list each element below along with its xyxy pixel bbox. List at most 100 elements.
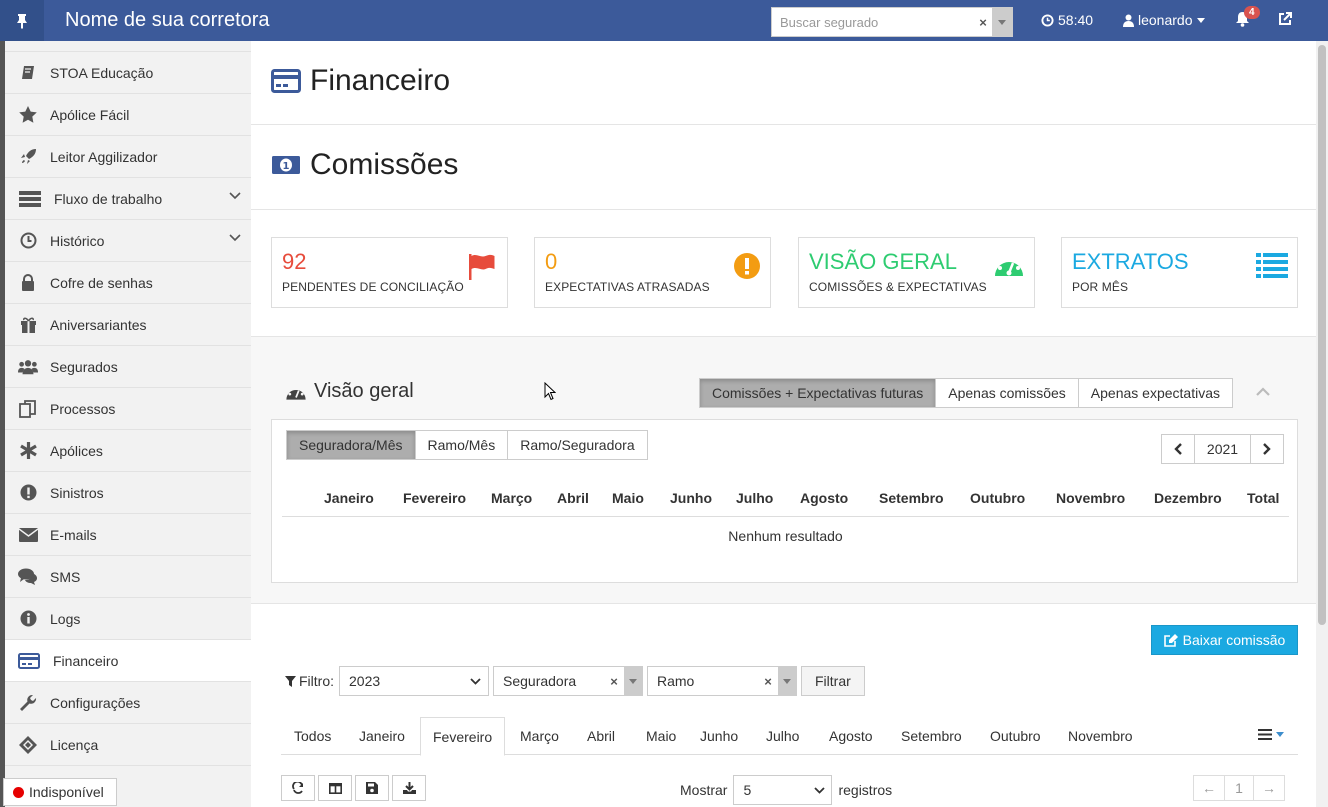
sidebar-item-emails[interactable]: E-mails [5, 514, 251, 556]
sidebar-item-configuracoes[interactable]: Configurações [5, 682, 251, 724]
list-icon [1256, 253, 1288, 278]
sidebar-item-sinistros[interactable]: Sinistros [5, 472, 251, 514]
dropdown-arrow-icon[interactable] [778, 667, 796, 695]
grouping-group: Seguradora/Mês Ramo/Mês Ramo/Seguradora [286, 430, 648, 460]
tab-marco[interactable]: Março [508, 717, 571, 755]
table-toolbar [281, 775, 426, 801]
card-extratos[interactable]: EXTRATOS POR MÊS [1061, 237, 1298, 308]
seguradora-filter-select[interactable]: Seguradora × [493, 666, 643, 696]
sidebar-item-fluxo-de-trabalho[interactable]: Fluxo de trabalho [5, 178, 251, 220]
next-year-button[interactable] [1250, 434, 1284, 464]
sidebar-item-processos[interactable]: Processos [5, 388, 251, 430]
pagination: ← 1 → [1193, 775, 1285, 801]
card-expectativas-atrasadas[interactable]: 0 EXPECTATIVAS ATRASADAS [534, 237, 771, 308]
dropdown-arrow-icon[interactable] [624, 667, 642, 695]
mode-comissoes-expectativas[interactable]: Comissões + Expectativas futuras [699, 378, 937, 408]
chevron-down-icon[interactable] [229, 192, 241, 200]
column-header: Outubro [970, 490, 1026, 506]
page-size-select[interactable]: 5 [733, 775, 833, 805]
sidebar-item-historico[interactable]: Histórico [5, 220, 251, 262]
year-filter-select[interactable]: 2023 [339, 666, 489, 696]
main-scrollbar[interactable] [1316, 41, 1328, 807]
book-icon [18, 63, 38, 83]
copy-icon [18, 399, 38, 419]
mode-apenas-comissoes[interactable]: Apenas comissões [935, 378, 1079, 408]
sidebar-item-financeiro[interactable]: Financeiro [5, 640, 251, 682]
tab-fevereiro[interactable]: Fevereiro [420, 717, 506, 756]
prev-page-button[interactable]: ← [1193, 775, 1225, 801]
external-link-button[interactable] [1278, 12, 1292, 29]
save-button[interactable] [355, 775, 389, 801]
money-icon: 1 [272, 156, 300, 174]
status-text: Indisponível [29, 784, 104, 800]
card-pendentes-conciliacao[interactable]: 92 PENDENTES DE CONCILIAÇÃO [271, 237, 508, 308]
clear-icon[interactable]: × [604, 674, 624, 689]
chevron-up-icon[interactable] [1256, 387, 1270, 396]
tab-setembro[interactable]: Setembro [889, 717, 974, 755]
columns-button[interactable] [318, 775, 352, 801]
grouping-seguradora-mes[interactable]: Seguradora/Mês [286, 430, 416, 460]
column-header: Junho [670, 490, 712, 506]
dropdown-arrow-icon[interactable] [992, 8, 1012, 36]
ramo-filter-select[interactable]: Ramo × [647, 666, 797, 696]
comments-icon [18, 567, 38, 587]
clear-icon[interactable]: × [974, 15, 992, 30]
column-header: Janeiro [324, 490, 374, 506]
download-button[interactable] [392, 775, 426, 801]
tab-abril[interactable]: Abril [575, 717, 627, 755]
clear-icon[interactable]: × [758, 674, 778, 689]
sidebar-item-leitor-aggilizador[interactable]: Leitor Aggilizador [5, 136, 251, 178]
tab-maio[interactable]: Maio [634, 717, 688, 755]
tab-todos[interactable]: Todos [282, 717, 343, 755]
sidebar-item-label: Aniversariantes [50, 316, 147, 333]
sidebar-item-sms[interactable]: SMS [5, 556, 251, 598]
filtrar-button[interactable]: Filtrar [801, 666, 865, 696]
filter-icon [285, 675, 296, 687]
refresh-button[interactable] [281, 775, 315, 801]
tab-agosto[interactable]: Agosto [817, 717, 885, 755]
page-number[interactable]: 1 [1224, 775, 1254, 801]
overview-title: Visão geral [285, 380, 414, 403]
seguradora-filter-value: Seguradora [503, 673, 577, 689]
download-icon [402, 782, 416, 794]
column-header: Março [491, 490, 533, 506]
filter-label: Filtro: [285, 673, 334, 689]
card-visao-geral[interactable]: VISÃO GERAL COMISSÕES & EXPECTATIVAS [798, 237, 1035, 308]
prev-year-button[interactable] [1161, 434, 1195, 464]
sidebar-item-label: SMS [50, 568, 81, 585]
columns-icon [328, 782, 342, 794]
sidebar-item-licenca[interactable]: Licença [5, 724, 251, 766]
availability-status[interactable]: Indisponível [3, 778, 117, 806]
tab-outubro[interactable]: Outubro [978, 717, 1053, 755]
sidebar-item-apolices[interactable]: Apólices [5, 430, 251, 472]
sidebar-item-segurados[interactable]: Segurados [5, 346, 251, 388]
sidebar-item-cofre-de-senhas[interactable]: Cofre de senhas [5, 262, 251, 304]
user-icon [1123, 14, 1134, 27]
sidebar-item-stoa-educacao[interactable]: STOA Educação [5, 52, 251, 94]
filter-row: Filtro: 2023 Seguradora × Ramo × Filtrar [285, 666, 865, 696]
tabs-overflow-menu[interactable] [1258, 729, 1284, 740]
sidebar-item-logs[interactable]: Logs [5, 598, 251, 640]
session-timer[interactable]: 58:40 [1041, 12, 1093, 28]
grouping-ramo-seguradora[interactable]: Ramo/Seguradora [507, 430, 648, 460]
tab-janeiro[interactable]: Janeiro [347, 717, 417, 755]
mode-apenas-expectativas[interactable]: Apenas expectativas [1077, 378, 1233, 408]
tab-junho[interactable]: Junho [688, 717, 750, 755]
grouping-ramo-mes[interactable]: Ramo/Mês [414, 430, 509, 460]
user-menu[interactable]: leonardo [1123, 12, 1205, 28]
search-segurado-select[interactable]: Buscar segurado × [771, 7, 1013, 37]
chevron-down-icon[interactable] [229, 234, 241, 242]
next-page-button[interactable]: → [1253, 775, 1285, 801]
baixar-comissao-button[interactable]: Baixar comissão [1151, 625, 1298, 655]
sidebar-item-label: Fluxo de trabalho [54, 190, 163, 207]
pin-button[interactable] [0, 0, 44, 41]
brand-title[interactable]: Nome de sua corretora [65, 9, 270, 32]
sidebar-item-label: Apólice Fácil [50, 106, 130, 123]
tab-julho[interactable]: Julho [754, 717, 811, 755]
sidebar-item-aniversariantes[interactable]: Aniversariantes [5, 304, 251, 346]
scrollbar-thumb[interactable] [1318, 45, 1326, 625]
sidebar-item-apolice-facil[interactable]: Apólice Fácil [5, 94, 251, 136]
credit-card-icon [271, 69, 301, 93]
chevron-right-icon [1263, 443, 1271, 455]
tab-novembro[interactable]: Novembro [1056, 717, 1145, 755]
